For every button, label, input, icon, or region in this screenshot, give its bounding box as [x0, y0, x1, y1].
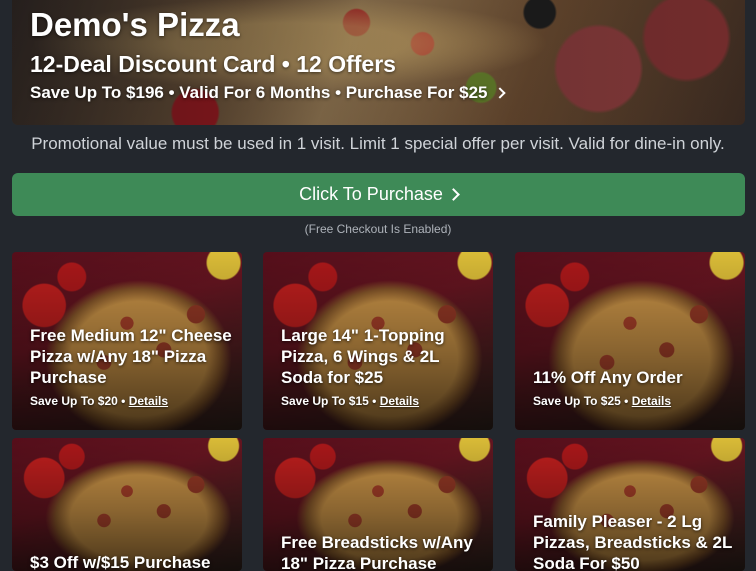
- offer-title: Large 14" 1-Topping Pizza, 6 Wings & 2L …: [281, 326, 445, 387]
- offer-details-link[interactable]: Details: [129, 394, 168, 408]
- offer-card[interactable]: $3 Off w/$15 Purchase: [12, 438, 242, 571]
- purchase-button[interactable]: Click To Purchase: [12, 173, 745, 216]
- offer-card[interactable]: Large 14" 1-Topping Pizza, 6 Wings & 2L …: [263, 252, 493, 430]
- offer-title: Free Medium 12" Cheese Pizza w/Any 18" P…: [30, 326, 232, 387]
- offer-title: Free Breadsticks w/Any 18" Pizza Purchas…: [281, 533, 473, 571]
- offer-title: Family Pleaser - 2 Lg Pizzas, Breadstick…: [533, 512, 733, 571]
- card-subtitle: 12-Deal Discount Card • 12 Offers: [30, 51, 396, 77]
- offer-meta: Save Up To $20 • Details: [30, 394, 169, 408]
- hero-banner[interactable]: Demo's Pizza 12-Deal Discount Card • 12 …: [12, 0, 745, 125]
- chevron-right-icon: [446, 188, 460, 201]
- offer-savings: Save Up To $20: [30, 394, 118, 408]
- chevron-right-icon: [493, 87, 506, 99]
- hero-text: Demo's Pizza 12-Deal Discount Card • 12 …: [30, 6, 506, 104]
- purchase-button-label: Click To Purchase: [299, 184, 443, 204]
- card-info-text: Save Up To $196 • Valid For 6 Months • P…: [30, 83, 488, 102]
- restaurant-name: Demo's Pizza: [30, 6, 240, 43]
- offer-card[interactable]: Free Breadsticks w/Any 18" Pizza Purchas…: [263, 438, 493, 571]
- offer-meta: Save Up To $25 • Details: [533, 394, 672, 408]
- offer-card[interactable]: Family Pleaser - 2 Lg Pizzas, Breadstick…: [515, 438, 745, 571]
- promo-terms: Promotional value must be used in 1 visi…: [31, 134, 725, 153]
- offer-card[interactable]: Free Medium 12" Cheese Pizza w/Any 18" P…: [12, 252, 242, 430]
- offer-details-link[interactable]: Details: [632, 394, 671, 408]
- offer-details-link[interactable]: Details: [380, 394, 419, 408]
- free-checkout-note: (Free Checkout Is Enabled): [304, 222, 452, 236]
- offer-savings: Save Up To $15: [281, 394, 369, 408]
- offer-savings: Save Up To $25: [533, 394, 621, 408]
- offer-card[interactable]: 11% Off Any Order Save Up To $25 • Detai…: [515, 252, 745, 430]
- offer-meta: Save Up To $15 • Details: [281, 394, 420, 408]
- card-info-link[interactable]: Save Up To $196 • Valid For 6 Months • P…: [30, 82, 506, 104]
- offer-title: 11% Off Any Order: [533, 368, 683, 387]
- offer-title: $3 Off w/$15 Purchase: [30, 553, 211, 571]
